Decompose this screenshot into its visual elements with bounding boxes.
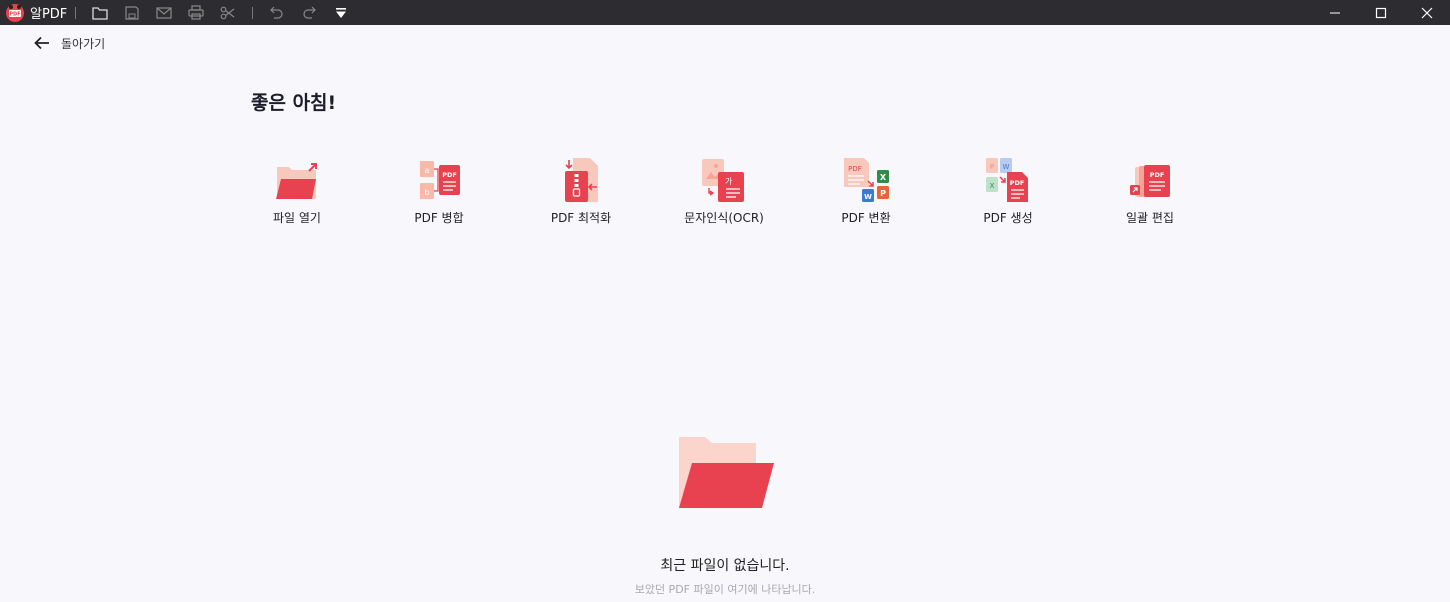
merge-pdf-icon: a b PDF [414,155,464,205]
icon-letter-b: b [424,188,429,197]
compress-zip-icon [556,155,606,205]
empty-folder-icon [676,434,776,512]
tool-label: 파일 열기 [273,211,321,225]
batch-edit-icon: PDF [1125,155,1175,205]
tool-label: PDF 최적화 [550,211,612,225]
tool-open-file[interactable]: 파일 열기 [237,155,357,235]
mail-icon[interactable] [148,0,180,25]
icon-letter-a: a [425,166,430,175]
svg-text:PDF: PDF [9,11,20,17]
empty-state-title: 최근 파일이 없습니다. [660,558,790,574]
title-bar: PDF 알PDF [0,0,1450,25]
close-button[interactable] [1404,0,1450,25]
scissors-icon[interactable] [212,0,244,25]
toolbar-separator [252,6,254,19]
icon-pdf-text: PDF [1010,179,1025,187]
toolbar-separator [75,6,77,19]
icon-w-text: W [864,193,872,201]
tool-batch-edit[interactable]: PDF 일괄 편집 [1090,155,1210,235]
tool-label: 일괄 편집 [1126,211,1174,225]
maximize-button[interactable] [1358,0,1404,25]
tool-convert-pdf[interactable]: PDF X W P PDF 변환 [806,155,926,235]
icon-w-text: W [1003,163,1010,171]
icon-ga-text: 가 [725,177,733,186]
more-dropdown-icon[interactable] [325,0,357,25]
icon-pdf-text: PDF [442,171,457,179]
minimize-button[interactable] [1312,0,1358,25]
tool-merge-pdf[interactable]: a b PDF PDF 병합 [379,155,499,235]
folder-icon[interactable] [84,0,116,25]
greeting-title: 좋은 아침! [251,92,337,114]
icon-pdf-text: PDF [848,165,862,173]
icon-p-text: P [880,189,886,198]
tool-create-pdf[interactable]: P W X PDF PDF 생성 [948,155,1068,235]
ocr-text-icon: 가 [699,155,749,205]
open-folder-icon [272,155,322,205]
icon-pdf-text: PDF [1150,171,1165,179]
tool-label: PDF 생성 [983,211,1033,225]
app-logo-icon: PDF [5,3,25,23]
tool-optimize-pdf[interactable]: PDF 최적화 [521,155,641,235]
arrow-left-icon [34,36,49,50]
tool-label: PDF 변환 [841,211,891,225]
print-icon[interactable] [180,0,212,25]
tool-ocr[interactable]: 가 문자인식(OCR) [664,155,784,235]
app-name: 알PDF [30,7,68,22]
redo-icon[interactable] [293,0,325,25]
convert-pdf-icon: PDF X W P [841,155,891,205]
tool-label: 문자인식(OCR) [684,211,764,225]
tool-label: PDF 병합 [414,211,464,225]
empty-state-subtitle: 보았던 PDF 파일이 여기에 나타납니다. [634,583,816,596]
undo-icon[interactable] [261,0,293,25]
icon-x-text: X [990,182,995,190]
save-icon[interactable] [116,0,148,25]
icon-x-text: X [880,173,887,182]
icon-p-text: P [990,163,994,171]
create-pdf-icon: P W X PDF [983,155,1033,205]
back-label: 돌아가기 [61,36,106,51]
back-button[interactable]: 돌아가기 [34,33,105,53]
